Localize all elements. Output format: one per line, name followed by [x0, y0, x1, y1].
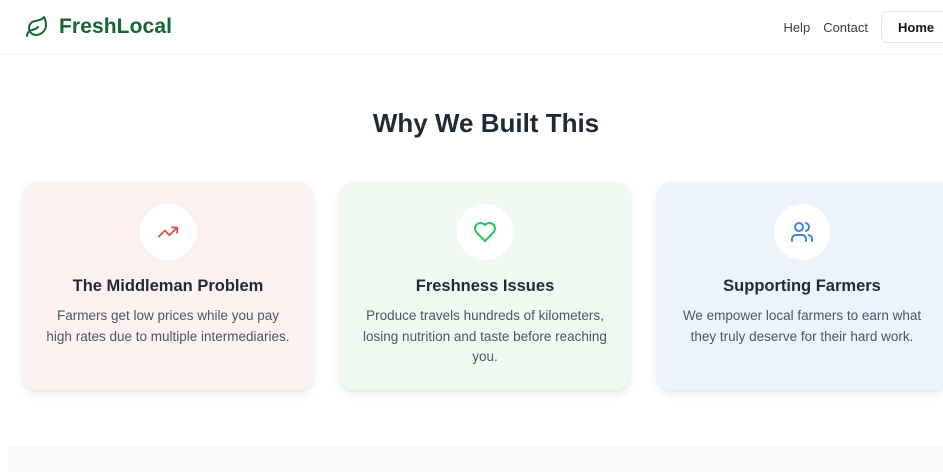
card-text: We empower local farmers to earn what th…: [682, 308, 922, 344]
brand[interactable]: FreshLocal: [25, 15, 172, 39]
nav-contact-link[interactable]: Contact: [823, 20, 868, 35]
navbar: FreshLocal Help Contact Home: [0, 0, 943, 55]
card-title: Freshness Issues: [415, 277, 555, 295]
leaf-icon: [25, 15, 49, 39]
next-section-band: [8, 446, 943, 472]
users-icon: [774, 204, 830, 260]
card-title: The Middleman Problem: [72, 277, 264, 295]
nav-links: Help Contact Home: [783, 11, 943, 43]
card-supporting-farmers: Supporting Farmers We empower local farm…: [657, 182, 943, 390]
card-title: Supporting Farmers: [723, 277, 881, 295]
card-text: Farmers get low prices while you pay hig…: [46, 308, 290, 344]
brand-name: FreshLocal: [59, 15, 173, 38]
trending-up-icon: [140, 204, 196, 260]
nav-help-link[interactable]: Help: [783, 20, 810, 35]
section-title: Why We Built This: [372, 108, 600, 138]
card-freshness-issues: Freshness Issues Produce travels hundred…: [340, 182, 630, 390]
card-text: Produce travels hundreds of kilometers, …: [363, 308, 607, 364]
nav-home-button[interactable]: Home: [881, 11, 943, 43]
heart-icon: [457, 204, 513, 260]
card-middleman-problem: The Middleman Problem Farmers get low pr…: [23, 182, 313, 390]
